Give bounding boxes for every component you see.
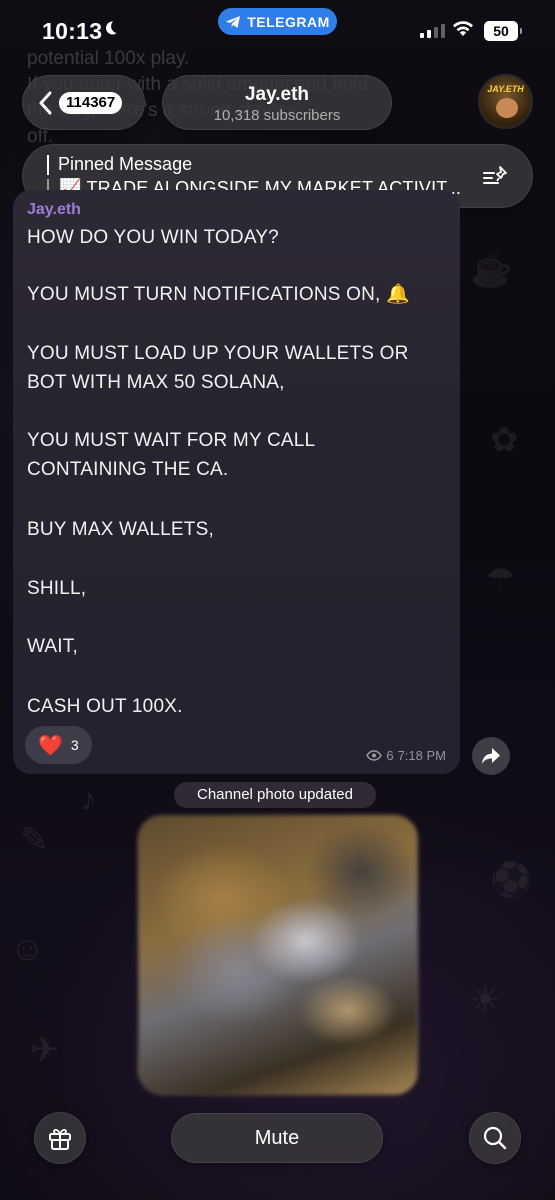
- telegram-pill-label: TELEGRAM: [247, 13, 330, 30]
- message-line: CASH OUT 100X.: [27, 696, 183, 717]
- unread-count-badge: 114367: [59, 91, 123, 114]
- avatar-figure: [496, 98, 518, 118]
- eye-icon: [366, 750, 383, 761]
- back-button[interactable]: 114367: [22, 75, 145, 130]
- gift-icon: [49, 1128, 71, 1150]
- message-line: BUY MAX WALLETS,: [27, 519, 214, 540]
- signal-icon: [420, 22, 445, 38]
- subscriber-count: 10,318 subscribers: [213, 107, 341, 124]
- message-line: YOU MUST WAIT FOR MY CALL: [27, 430, 316, 451]
- battery-indicator: 50: [484, 21, 522, 41]
- search-button[interactable]: [469, 1112, 521, 1164]
- message-line: BOT WITH MAX 50 SOLANA,: [27, 372, 285, 393]
- message-time: 7:18 PM: [397, 748, 446, 763]
- message-line: SHILL,: [27, 578, 87, 599]
- message-line: YOU MUST TURN NOTIFICATIONS ON, 🔔: [27, 284, 410, 305]
- heart-icon: ❤️: [38, 734, 63, 757]
- wifi-icon: [453, 21, 473, 36]
- share-button[interactable]: [472, 737, 510, 775]
- message-sender: Jay.eth: [27, 201, 81, 218]
- message-line: HOW DO YOU WIN TODAY?: [27, 227, 279, 248]
- message-meta: 6 7:18 PM: [366, 748, 446, 763]
- view-count: 6: [386, 748, 394, 763]
- heart-reaction[interactable]: ❤️ 3: [25, 726, 92, 764]
- channel-title-button[interactable]: Jay.eth 10,318 subscribers: [162, 75, 392, 130]
- mute-button[interactable]: Mute: [171, 1113, 383, 1163]
- message-bubble[interactable]: Jay.eth HOW DO YOU WIN TODAY? YOU MUST T…: [13, 190, 460, 774]
- status-time: 10:13: [42, 18, 103, 44]
- pinned-list-icon[interactable]: [482, 165, 510, 189]
- chevron-left-icon: [39, 91, 52, 114]
- message-line: YOU MUST LOAD UP YOUR WALLETS OR: [27, 343, 409, 364]
- message-line: WAIT,: [27, 636, 78, 657]
- avatar-label: JAY.ETH: [487, 84, 524, 94]
- telegram-icon: [226, 15, 241, 28]
- share-arrow-icon: [482, 748, 500, 764]
- search-icon: [483, 1126, 507, 1150]
- gift-button[interactable]: [34, 1112, 86, 1164]
- telegram-return-pill[interactable]: TELEGRAM: [218, 8, 337, 35]
- channel-title: Jay.eth: [244, 84, 310, 105]
- status-bar: 10:13 TELEGRAM 50: [0, 0, 555, 60]
- channel-photo[interactable]: [138, 815, 418, 1095]
- moon-icon: [105, 21, 117, 35]
- message-line: CONTAINING THE CA.: [27, 459, 229, 480]
- pinned-label: Pinned Message: [58, 154, 193, 174]
- channel-avatar[interactable]: JAY.ETH: [478, 74, 533, 129]
- service-message: Channel photo updated: [174, 782, 376, 808]
- reaction-count: 3: [70, 737, 79, 753]
